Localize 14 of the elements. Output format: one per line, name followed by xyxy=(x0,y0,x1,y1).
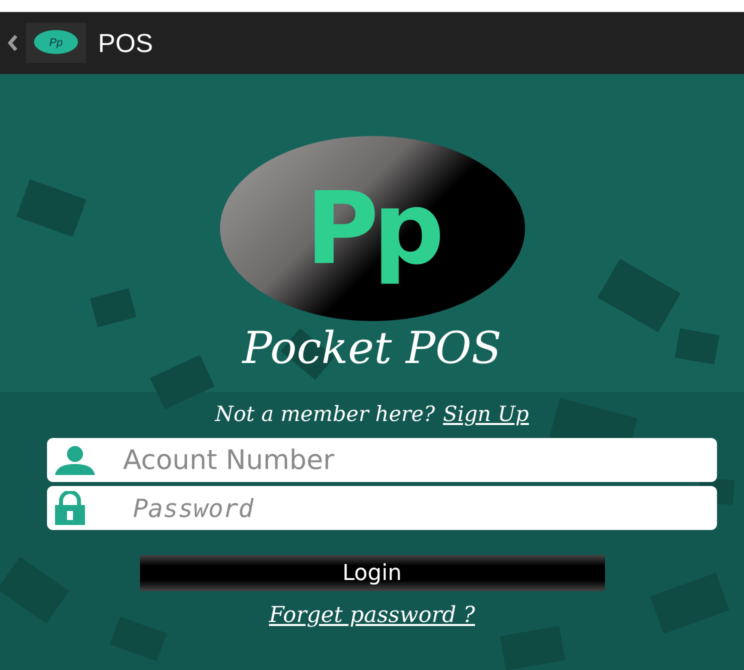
app-title: POS xyxy=(98,28,153,58)
text-field[interactable]: Acount Number xyxy=(47,438,717,482)
login-button[interactable]: Login xyxy=(140,555,604,591)
text-field[interactable]: Password xyxy=(47,486,717,530)
user-icon xyxy=(53,445,97,475)
lock-icon xyxy=(53,491,87,525)
signup-link[interactable]: Sign Up xyxy=(442,402,529,426)
app-icon: Pp xyxy=(26,23,86,63)
back-icon[interactable] xyxy=(8,34,18,52)
app-name: Pocket POS xyxy=(242,323,502,374)
input-field[interactable]: Password xyxy=(87,492,717,524)
input-field[interactable]: Acount Number xyxy=(97,444,717,476)
forgot-password-link[interactable]: Forget password ? xyxy=(268,603,475,628)
signup-prompt: Not a member here? xyxy=(215,402,435,426)
